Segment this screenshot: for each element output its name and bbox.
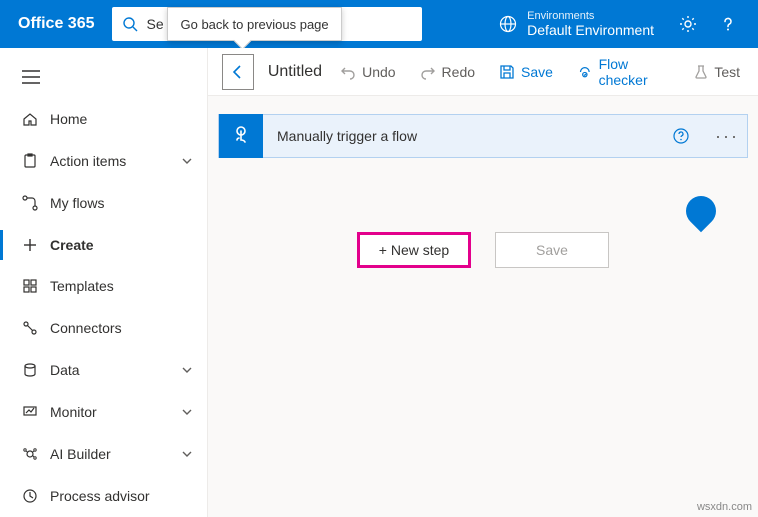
checker-icon — [577, 64, 593, 80]
chevron-down-icon — [181, 448, 193, 460]
sidebar-item-label: Process advisor — [50, 488, 150, 504]
sidebar-item-process-advisor[interactable]: Process advisor — [0, 475, 207, 517]
brand[interactable]: Office 365 — [18, 15, 94, 33]
settings-button[interactable] — [668, 0, 708, 48]
main-area: Untitled Undo Redo Save Flow checker Tes… — [208, 48, 758, 517]
sidebar-item-label: My flows — [50, 195, 104, 211]
trigger-help-button[interactable] — [673, 128, 707, 144]
clipboard-icon — [22, 153, 38, 169]
search-icon — [122, 16, 138, 32]
redo-icon — [420, 64, 436, 80]
command-bar: Untitled Undo Redo Save Flow checker Tes… — [208, 48, 758, 96]
save-label: Save — [521, 64, 553, 80]
checker-label: Flow checker — [599, 56, 671, 88]
sidebar: Home Action items My flows Create Templa… — [0, 48, 208, 517]
monitor-icon — [22, 404, 38, 420]
flow-title[interactable]: Untitled — [268, 63, 322, 81]
app-header: Office 365 Go back to previous page Envi… — [0, 0, 758, 48]
sidebar-item-data[interactable]: Data — [0, 349, 207, 391]
redo-label: Redo — [442, 64, 475, 80]
process-icon — [22, 488, 38, 504]
drop-indicator-icon — [680, 190, 722, 232]
trigger-icon-box — [219, 114, 263, 158]
gear-icon — [679, 15, 697, 33]
arrow-left-icon — [229, 63, 247, 81]
undo-label: Undo — [362, 64, 395, 80]
question-icon — [719, 15, 737, 33]
touch-icon — [229, 124, 253, 148]
back-tooltip: Go back to previous page — [167, 7, 341, 41]
sidebar-item-label: Templates — [50, 278, 114, 294]
trigger-card[interactable]: Manually trigger a flow ··· — [218, 114, 748, 158]
data-icon — [22, 362, 38, 378]
globe-icon — [499, 15, 517, 33]
sidebar-item-action-items[interactable]: Action items — [0, 140, 207, 182]
save-icon — [499, 64, 515, 80]
canvas-save-button[interactable]: Save — [495, 232, 609, 268]
sidebar-item-connectors[interactable]: Connectors — [0, 307, 207, 349]
undo-icon — [340, 64, 356, 80]
watermark: wsxdn.com — [697, 501, 752, 513]
trigger-menu-button[interactable]: ··· — [707, 126, 747, 147]
flow-icon — [22, 195, 38, 211]
plus-icon — [22, 237, 38, 253]
test-button[interactable]: Test — [684, 54, 750, 90]
sidebar-item-label: Action items — [50, 153, 126, 169]
env-label: Environments — [527, 10, 654, 23]
flask-icon — [694, 64, 708, 80]
sidebar-item-my-flows[interactable]: My flows — [0, 182, 207, 224]
chevron-down-icon — [181, 155, 193, 167]
sidebar-item-monitor[interactable]: Monitor — [0, 391, 207, 433]
sidebar-item-label: Monitor — [50, 404, 97, 420]
undo-button[interactable]: Undo — [330, 54, 405, 90]
trigger-title: Manually trigger a flow — [263, 128, 673, 144]
sidebar-item-label: AI Builder — [50, 446, 111, 462]
sidebar-item-create[interactable]: Create — [0, 224, 207, 266]
ai-icon — [22, 446, 38, 462]
back-button[interactable] — [222, 54, 254, 90]
sidebar-item-home[interactable]: Home — [0, 98, 207, 140]
save-button[interactable]: Save — [489, 54, 563, 90]
new-step-button[interactable]: + New step — [357, 232, 471, 268]
hamburger-icon — [22, 70, 40, 84]
redo-button[interactable]: Redo — [410, 54, 485, 90]
flow-canvas: Manually trigger a flow ··· + New step S… — [208, 96, 758, 286]
connectors-icon — [22, 320, 38, 336]
templates-icon — [22, 278, 38, 294]
sidebar-item-templates[interactable]: Templates — [0, 266, 207, 308]
hamburger-button[interactable] — [0, 56, 207, 98]
sidebar-item-label: Create — [50, 237, 94, 253]
env-name: Default Environment — [527, 22, 654, 38]
question-circle-icon — [673, 128, 689, 144]
test-label: Test — [714, 64, 740, 80]
sidebar-item-label: Data — [50, 362, 80, 378]
flow-checker-button[interactable]: Flow checker — [567, 54, 680, 90]
help-button[interactable] — [708, 0, 748, 48]
sidebar-item-label: Connectors — [50, 320, 122, 336]
sidebar-item-label: Home — [50, 111, 87, 127]
sidebar-item-ai-builder[interactable]: AI Builder — [0, 433, 207, 475]
search-box[interactable]: Go back to previous page — [112, 7, 422, 41]
environment-picker[interactable]: Environments Default Environment — [499, 10, 654, 39]
chevron-down-icon — [181, 364, 193, 376]
chevron-down-icon — [181, 406, 193, 418]
home-icon — [22, 111, 38, 127]
